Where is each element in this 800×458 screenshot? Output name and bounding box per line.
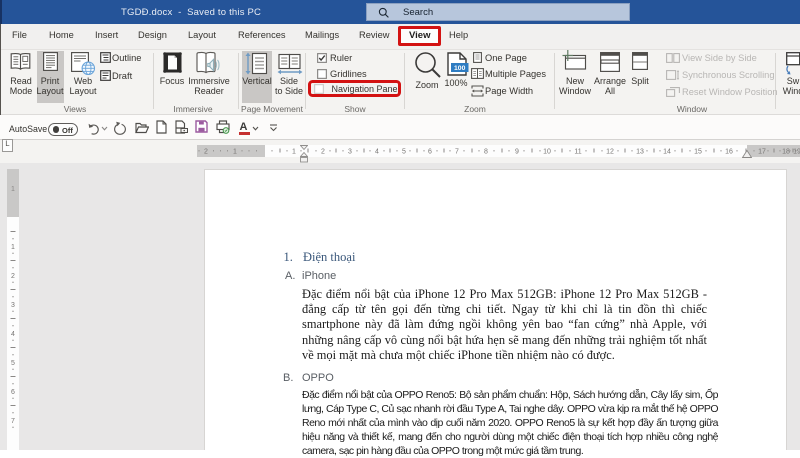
svg-text:13: 13 xyxy=(636,149,644,156)
svg-text:16: 16 xyxy=(725,149,733,156)
svg-text:10: 10 xyxy=(543,149,551,156)
svg-text:1: 1 xyxy=(233,149,237,156)
svg-text:7: 7 xyxy=(455,149,459,156)
svg-text:18: 18 xyxy=(782,149,790,156)
svg-text:8: 8 xyxy=(484,149,488,156)
svg-text:4: 4 xyxy=(11,331,15,338)
svg-text:1: 1 xyxy=(292,149,296,156)
svg-text:14: 14 xyxy=(663,149,671,156)
svg-text:6: 6 xyxy=(428,149,432,156)
svg-text:5: 5 xyxy=(11,360,15,367)
svg-text:3: 3 xyxy=(348,149,352,156)
svg-text:12: 12 xyxy=(606,149,614,156)
svg-text:2: 2 xyxy=(11,273,15,280)
svg-text:1: 1 xyxy=(11,244,15,251)
svg-text:4: 4 xyxy=(375,149,379,156)
svg-text:2: 2 xyxy=(321,149,325,156)
svg-text:2: 2 xyxy=(204,149,208,156)
svg-text:7: 7 xyxy=(11,418,15,425)
svg-text:17: 17 xyxy=(758,149,766,156)
svg-text:5: 5 xyxy=(402,149,406,156)
svg-text:11: 11 xyxy=(574,149,581,156)
svg-text:1: 1 xyxy=(11,186,15,193)
svg-text:100: 100 xyxy=(454,65,466,72)
svg-text:6: 6 xyxy=(11,389,15,396)
svg-text:9: 9 xyxy=(515,149,519,156)
svg-text:15: 15 xyxy=(694,149,702,156)
svg-text:3: 3 xyxy=(11,302,15,309)
svg-text:19: 19 xyxy=(793,149,800,156)
